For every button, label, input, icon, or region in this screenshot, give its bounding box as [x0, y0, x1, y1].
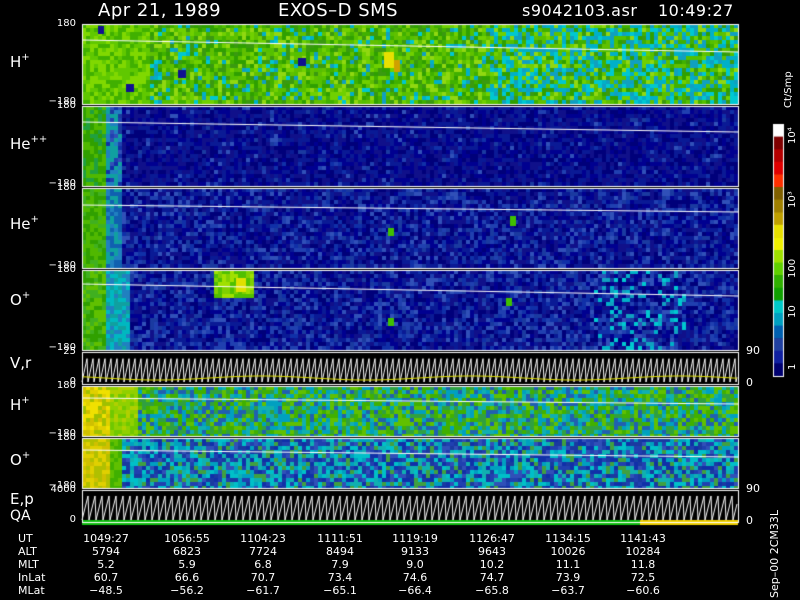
colorbar-label-0: 10⁴: [787, 127, 798, 144]
spectrogram-canvas: [0, 0, 800, 600]
table-cell: 73.9: [555, 571, 581, 584]
table-cell: 1104:23: [240, 532, 286, 545]
table-cell: −66.4: [398, 584, 432, 597]
table-cell: −56.2: [170, 584, 204, 597]
header-mission: EXOS–D SMS: [278, 0, 399, 21]
table-cell: 1056:55: [164, 532, 210, 545]
table-row-mlt: MLT 5.2 5.9 6.8 7.9 9.0 10.2 11.1 11.8: [0, 558, 800, 571]
panel-label-7: E,p QA: [10, 490, 34, 524]
table-cell: −48.5: [89, 584, 123, 597]
table-cell: 1126:47: [469, 532, 515, 545]
table-row-mlat: MLat −48.5 −56.2 −61.7 −65.1 −66.4 −65.8 −63.7 −…: [0, 584, 800, 597]
panel-label-5: H+: [10, 395, 30, 414]
panel-0-ymax: 180: [56, 18, 76, 29]
header-date: Apr 21, 1989: [98, 0, 222, 21]
table-row-ut: UT 1049:27 1056:55 1104:23 1111:51 1119:19 112…: [0, 532, 800, 545]
colorbar-unit: Ct/Smp: [783, 71, 794, 108]
colorbar-label-4: 1: [787, 363, 798, 370]
table-cell: 8494: [326, 545, 354, 558]
panel-3-ymax: 180: [56, 264, 76, 275]
table-cell: −61.7: [246, 584, 280, 597]
table-cell: 1049:27: [83, 532, 129, 545]
table-cell: 5.9: [178, 558, 196, 571]
table-cell: 1141:43: [620, 532, 666, 545]
panel-4-rmax: 90: [746, 344, 760, 357]
table-cell: 9133: [401, 545, 429, 558]
table-row-label: UT: [18, 532, 33, 545]
table-row-label: ALT: [18, 545, 37, 558]
table-cell: 70.7: [250, 571, 276, 584]
table-cell: 7724: [249, 545, 277, 558]
footer-code: Sep–00 2CM33L: [768, 509, 781, 598]
table-cell: 60.7: [93, 571, 119, 584]
table-cell: −65.8: [475, 584, 509, 597]
panel-2-ymax: 180: [56, 182, 76, 193]
panel-6-ymax: 180: [56, 432, 76, 443]
table-cell: 7.9: [331, 558, 349, 571]
panel-label-3: O+: [10, 290, 31, 309]
table-cell: 10284: [625, 545, 661, 558]
panel-label-1: He++: [10, 134, 48, 153]
header-file: s9042103.asr: [522, 1, 638, 20]
panel-7-ymax: 4000: [50, 484, 76, 495]
panel-7-rmax: 90: [746, 482, 760, 495]
table-cell: 9643: [478, 545, 506, 558]
table-cell: 6.8: [254, 558, 272, 571]
table-row-label: MLT: [18, 558, 39, 571]
table-row-label: InLat: [18, 571, 46, 584]
table-cell: 1119:19: [392, 532, 438, 545]
panel-1-ymax: 180: [56, 100, 76, 111]
table-cell: 6823: [173, 545, 201, 558]
panel-4-rmin: 0: [746, 376, 753, 389]
table-cell: 74.7: [479, 571, 505, 584]
table-cell: −63.7: [551, 584, 585, 597]
panel-label-4: V,r: [10, 354, 32, 372]
panel-label-0: H+: [10, 52, 30, 71]
table-cell: 74.6: [402, 571, 428, 584]
table-cell: 66.6: [174, 571, 200, 584]
panel-7-rmin: 0: [746, 514, 753, 527]
table-cell: 10026: [550, 545, 586, 558]
table-cell: 72.5: [630, 571, 656, 584]
table-row-label: MLat: [18, 584, 45, 597]
table-cell: 1134:15: [545, 532, 591, 545]
table-cell: 5794: [92, 545, 120, 558]
table-cell: −65.1: [323, 584, 357, 597]
panel-label-6: O+: [10, 450, 31, 469]
panel-7-ymin: 0: [69, 514, 76, 525]
table-cell: 11.8: [630, 558, 656, 571]
header-time: 10:49:27: [658, 1, 734, 20]
panel-5-ymax: 180: [56, 380, 76, 391]
colorbar-label-3: 10: [787, 305, 798, 318]
table-cell: 5.2: [97, 558, 115, 571]
table-row-inlat: InLat 60.7 66.6 70.7 73.4 74.6 74.7 73.9 72.5: [0, 571, 800, 584]
table-cell: 9.0: [406, 558, 424, 571]
colorbar-label-2: 100: [787, 258, 798, 278]
panel-label-2: He+: [10, 214, 39, 233]
colorbar-label-1: 10³: [787, 191, 798, 208]
table-row-alt: ALT 5794 6823 7724 8494 9133 9643 10026 10284: [0, 545, 800, 558]
table-cell: 1111:51: [317, 532, 363, 545]
table-cell: 10.2: [479, 558, 505, 571]
table-cell: 11.1: [555, 558, 581, 571]
table-cell: −60.6: [626, 584, 660, 597]
table-cell: 73.4: [327, 571, 353, 584]
panel-4-ymax: 25: [63, 346, 76, 357]
